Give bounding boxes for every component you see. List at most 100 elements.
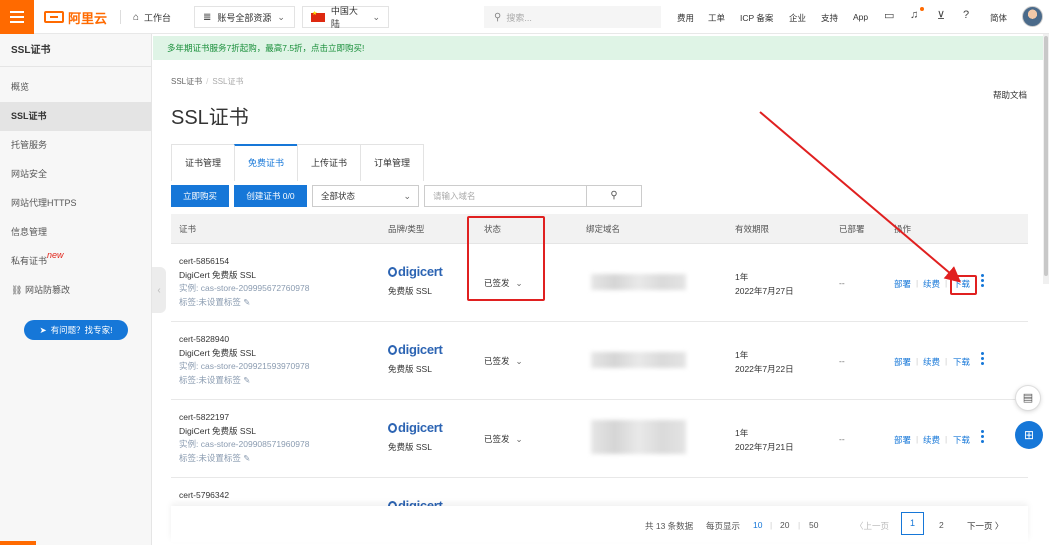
header-actions: 操作	[894, 224, 912, 234]
help-doc-link[interactable]: 帮助文档	[993, 89, 1027, 101]
edit-icon: ✎	[243, 375, 251, 385]
cert-tag[interactable]: 标签:未设置标签 ✎	[179, 296, 250, 308]
top-link-billing[interactable]: 费用	[677, 12, 694, 24]
chat-icon[interactable]: ▤	[1015, 385, 1041, 411]
account-resources-dropdown[interactable]: ≣ 账号全部资源 ⌄	[194, 6, 295, 28]
breadcrumb-separator: /	[206, 77, 209, 86]
sidebar-collapse-handle[interactable]: ‹	[152, 267, 166, 313]
divider	[120, 10, 121, 24]
notification-dot	[920, 7, 924, 11]
sidebar-item-overview[interactable]: 概览	[0, 73, 151, 102]
language-switch[interactable]: 简体	[990, 12, 1007, 24]
top-link-app[interactable]: App	[853, 12, 868, 22]
bell-icon[interactable]: ♫	[910, 9, 918, 21]
global-search-input[interactable]: ⚲ 搜索...	[484, 6, 661, 28]
search-button[interactable]: ⚲	[586, 185, 642, 207]
validity-years: 1年	[735, 428, 749, 438]
account-resources-label: 账号全部资源	[217, 12, 272, 23]
renew-link[interactable]: 续费	[923, 278, 940, 290]
region-dropdown[interactable]: 中国大陆 ⌄	[302, 6, 389, 29]
cert-tag-text: 标签:未设置标签	[179, 453, 241, 463]
status-dropdown[interactable]: 已签发 ⌄	[484, 433, 523, 445]
cert-tag[interactable]: 标签:未设置标签 ✎	[179, 452, 250, 464]
page-size-50[interactable]: 50	[809, 520, 818, 530]
tab-free-cert[interactable]: 免费证书	[234, 144, 299, 181]
prev-page-button[interactable]: 〈上一页	[855, 520, 889, 532]
next-page-button[interactable]: 下一页 〉	[967, 520, 1003, 532]
top-link-icp[interactable]: ICP 备案	[740, 12, 773, 24]
status-filter-select[interactable]: 全部状态 ⌄	[312, 185, 419, 207]
ask-expert-button[interactable]: ➤ 有问题？找专家!	[24, 320, 128, 340]
logo-text: 阿里云	[68, 10, 108, 26]
sidebar-item-private-cert[interactable]: 私有证书 new	[0, 247, 151, 276]
deploy-link[interactable]: 部署	[894, 278, 911, 290]
sidebar-item-ssl[interactable]: SSL证书	[0, 102, 151, 131]
cert-instance: 实例: cas-store-209921593970978	[179, 361, 310, 371]
china-flag-icon	[311, 10, 325, 22]
page-size-10[interactable]: 10	[753, 520, 762, 530]
more-vertical-icon[interactable]	[981, 352, 985, 368]
tab-order-management[interactable]: 订单管理	[360, 144, 425, 181]
buy-now-button[interactable]: 立即购买	[171, 185, 229, 207]
more-vertical-icon[interactable]	[981, 274, 985, 290]
link-icon: ⛓	[11, 285, 23, 295]
top-link-enterprise[interactable]: 企业	[789, 12, 806, 24]
tab-upload-cert[interactable]: 上传证书	[297, 144, 362, 181]
promo-banner[interactable]: 多年期证书服务7折起购，最高7.5折，点击立即购买!	[153, 36, 1049, 60]
download-link[interactable]: 下载	[953, 356, 970, 368]
hamburger-menu-icon[interactable]	[0, 0, 34, 34]
list-icon: ≣	[203, 11, 212, 23]
top-link-tickets[interactable]: 工单	[708, 12, 725, 24]
sidebar-item-site-security[interactable]: 网站安全	[0, 160, 151, 189]
deployed-status: --	[839, 356, 845, 366]
validity-years: 1年	[735, 272, 749, 282]
region-label: 中国大陆	[330, 6, 358, 29]
new-badge: new	[47, 250, 64, 260]
sidebar-item-tamper-protection[interactable]: ⛓ 网站防篡改	[0, 276, 151, 305]
tab-cert-management[interactable]: 证书管理	[171, 144, 236, 181]
status-value: 已签发	[484, 434, 510, 444]
scrollbar-thumb[interactable]	[1044, 36, 1048, 276]
create-cert-button[interactable]: 创建证书 0/0	[234, 185, 307, 207]
edit-icon: ✎	[243, 453, 251, 463]
workbench-link[interactable]: ⌂ 工作台	[133, 11, 171, 24]
header-domain: 绑定域名	[586, 224, 621, 234]
cart-icon[interactable]: ⊻	[937, 9, 945, 22]
download-link[interactable]: 下载	[953, 434, 970, 446]
sidebar-item-info-mgmt[interactable]: 信息管理	[0, 218, 151, 247]
more-vertical-icon[interactable]	[981, 430, 985, 446]
digicert-mark-icon	[388, 267, 397, 277]
avatar[interactable]	[1022, 6, 1043, 27]
deploy-link[interactable]: 部署	[894, 356, 911, 368]
header-validity: 有效期限	[735, 224, 770, 234]
help-icon[interactable]: ?	[963, 9, 969, 21]
sidebar-item-https-proxy[interactable]: 网站代理HTTPS	[0, 189, 151, 218]
app-grid-icon[interactable]: ⊞	[1015, 421, 1043, 449]
top-link-support[interactable]: 支持	[821, 12, 838, 24]
deploy-link[interactable]: 部署	[894, 434, 911, 446]
cert-id: cert-5796342	[179, 490, 230, 500]
renew-link[interactable]: 续费	[923, 434, 940, 446]
chevron-left-icon: 〈	[855, 521, 864, 531]
domain-search-input[interactable]: 请输入域名	[424, 185, 587, 207]
chevron-right-icon: 〉	[994, 521, 1004, 531]
ask-expert-label: 有问题？找专家!	[50, 325, 113, 335]
breadcrumb-root[interactable]: SSL证书	[171, 77, 202, 86]
renew-link[interactable]: 续费	[923, 356, 940, 368]
prev-page-label: 上一页	[863, 521, 890, 531]
deployed-status: --	[839, 278, 845, 288]
cert-type: 免费版 SSL	[388, 442, 432, 452]
send-icon: ➤	[39, 324, 47, 335]
page-title: SSL证书	[171, 107, 249, 129]
page-2-button[interactable]: 2	[939, 520, 944, 530]
brand-name: digicert	[398, 420, 443, 435]
sidebar-item-label: 网站防篡改	[24, 285, 70, 295]
sidebar-item-hosting[interactable]: 托管服务	[0, 131, 151, 160]
status-dropdown[interactable]: 已签发 ⌄	[484, 355, 523, 367]
page-size-20[interactable]: 20	[780, 520, 789, 530]
page-1-button[interactable]: 1	[901, 512, 924, 535]
cert-id: cert-5856154	[179, 256, 230, 266]
aliyun-logo[interactable]: 阿里云	[44, 9, 108, 26]
terminal-icon[interactable]: ▭	[884, 9, 894, 22]
cert-tag[interactable]: 标签:未设置标签 ✎	[179, 374, 250, 386]
